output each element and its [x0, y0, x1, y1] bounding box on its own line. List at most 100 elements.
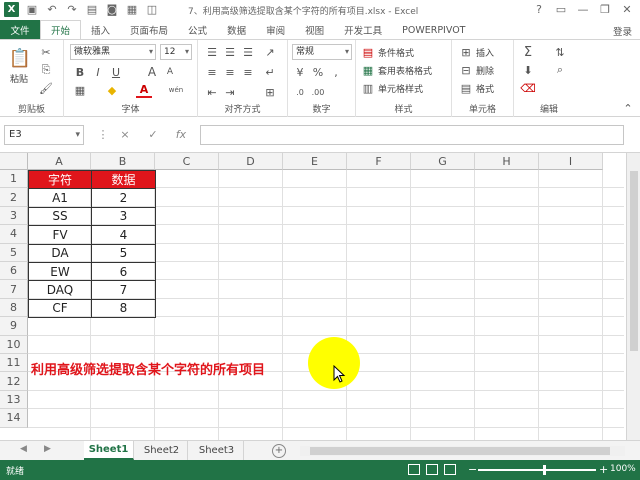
- collapse-ribbon-icon[interactable]: ⌃: [620, 100, 636, 116]
- column-header-f[interactable]: F: [347, 153, 411, 170]
- undo-icon[interactable]: ↶: [45, 3, 59, 17]
- ribbon-display-icon[interactable]: ▭: [552, 1, 570, 17]
- format-painter-icon[interactable]: 🖌: [38, 80, 54, 96]
- tab-home[interactable]: 开始: [40, 20, 82, 40]
- column-header-c[interactable]: C: [155, 153, 219, 170]
- bold-button[interactable]: B: [72, 64, 88, 80]
- currency-icon[interactable]: ¥: [292, 64, 308, 80]
- cut-icon[interactable]: ✂: [38, 44, 54, 60]
- tab-insert[interactable]: 插入: [81, 20, 120, 40]
- row-header-4[interactable]: 4: [0, 225, 28, 244]
- table-header-cell[interactable]: 数据: [91, 170, 156, 190]
- italic-button[interactable]: I: [90, 64, 106, 80]
- insert-cells-button[interactable]: 插入: [476, 46, 494, 59]
- table-cell[interactable]: CF: [28, 298, 92, 319]
- column-header-h[interactable]: H: [475, 153, 539, 170]
- increase-indent-icon[interactable]: ⇥: [222, 84, 238, 100]
- conditional-format-button[interactable]: 条件格式: [378, 46, 414, 59]
- row-header-5[interactable]: 5: [0, 243, 28, 262]
- row-header-8[interactable]: 8: [0, 298, 28, 318]
- cell-styles-button[interactable]: 单元格样式: [378, 82, 423, 95]
- delete-cells-button[interactable]: 删除: [476, 64, 494, 77]
- row-header-6[interactable]: 6: [0, 262, 28, 281]
- table-header-cell[interactable]: 字符: [28, 170, 92, 190]
- autosum-icon[interactable]: Σ: [520, 44, 536, 60]
- table-cell[interactable]: FV: [28, 225, 92, 245]
- percent-icon[interactable]: %: [310, 64, 326, 80]
- align-center-icon[interactable]: ≡: [222, 64, 238, 80]
- font-color-button[interactable]: A: [136, 82, 152, 98]
- vertical-scrollbar[interactable]: [626, 153, 640, 440]
- row-header-2[interactable]: 2: [0, 188, 28, 207]
- align-right-icon[interactable]: ≡: [240, 64, 256, 80]
- wrap-text-icon[interactable]: ↵: [262, 64, 278, 80]
- tab-view[interactable]: 视图: [295, 20, 334, 40]
- format-table-icon[interactable]: ▦: [360, 62, 376, 78]
- sheet-note[interactable]: 利用高级筛选提取含某个字符的所有项目: [31, 359, 265, 378]
- print-icon[interactable]: ▦: [125, 3, 139, 17]
- restore-icon[interactable]: ❐: [596, 1, 614, 17]
- zoom-level[interactable]: 100%: [610, 464, 636, 474]
- tab-formulas[interactable]: 公式: [178, 20, 217, 40]
- underline-button[interactable]: U: [108, 64, 124, 80]
- cell-styles-icon[interactable]: ▥: [360, 80, 376, 96]
- table-cell[interactable]: 2: [91, 188, 156, 208]
- select-all-corner[interactable]: [0, 153, 28, 170]
- zoom-slider-knob[interactable]: [543, 465, 546, 475]
- table-cell[interactable]: DAQ: [28, 280, 92, 300]
- tab-powerpivot[interactable]: POWERPIVOT: [392, 20, 475, 40]
- table-cell[interactable]: DA: [28, 243, 92, 263]
- row-header-9[interactable]: 9: [0, 317, 28, 336]
- grow-font-button[interactable]: A: [144, 64, 160, 80]
- row-header-13[interactable]: 13: [0, 390, 28, 410]
- page-break-view-icon[interactable]: [444, 464, 456, 475]
- enter-icon[interactable]: ✓: [146, 127, 160, 141]
- close-icon[interactable]: ✕: [618, 1, 636, 17]
- row-header-3[interactable]: 3: [0, 206, 28, 226]
- orientation-icon[interactable]: ↗: [262, 44, 278, 60]
- zoom-slider[interactable]: [478, 469, 596, 471]
- decrease-indent-icon[interactable]: ⇤: [204, 84, 220, 100]
- fill-icon[interactable]: ⬇: [520, 62, 536, 78]
- paste-button-label[interactable]: 粘贴: [10, 72, 28, 85]
- save-icon[interactable]: ▣: [25, 3, 39, 17]
- number-format-select[interactable]: 常规: [292, 44, 352, 60]
- table-cell[interactable]: 5: [91, 243, 156, 263]
- row-header-1[interactable]: 1: [0, 170, 28, 189]
- preview-icon[interactable]: ◫: [145, 3, 159, 17]
- format-cells-button[interactable]: 格式: [476, 82, 494, 95]
- row-header-7[interactable]: 7: [0, 280, 28, 299]
- horizontal-scrollbar[interactable]: [300, 446, 625, 456]
- fill-color-icon[interactable]: ◆: [104, 82, 120, 98]
- horizontal-scroll-thumb[interactable]: [310, 447, 610, 455]
- page-layout-view-icon[interactable]: [426, 464, 438, 475]
- tab-page-layout[interactable]: 页面布局: [120, 20, 178, 40]
- merge-center-icon[interactable]: ⊞: [262, 84, 278, 100]
- clear-icon[interactable]: ⌫: [520, 80, 536, 96]
- table-cell[interactable]: A1: [28, 188, 92, 208]
- delete-cells-icon[interactable]: ⊟: [458, 62, 474, 78]
- prev-sheet-icon[interactable]: ◀: [20, 444, 27, 454]
- add-sheet-icon[interactable]: +: [272, 444, 286, 458]
- border-icon[interactable]: ▦: [72, 82, 88, 98]
- find-select-icon[interactable]: ⌕: [552, 62, 568, 78]
- row-header-14[interactable]: 14: [0, 409, 28, 428]
- cancel-icon[interactable]: ×: [118, 127, 132, 141]
- insert-cells-icon[interactable]: ⊞: [458, 44, 474, 60]
- table-cell[interactable]: 4: [91, 225, 156, 245]
- minimize-icon[interactable]: —: [574, 1, 592, 17]
- conditional-format-icon[interactable]: ▤: [360, 44, 376, 60]
- shrink-font-button[interactable]: A: [162, 64, 178, 80]
- column-header-a[interactable]: A: [28, 153, 91, 170]
- sheet-tab-1[interactable]: Sheet1: [84, 441, 134, 460]
- open-icon[interactable]: ▤: [85, 3, 99, 17]
- table-cell[interactable]: 8: [91, 298, 156, 319]
- column-header-e[interactable]: E: [283, 153, 347, 170]
- column-header-i[interactable]: I: [539, 153, 603, 170]
- zoom-out-button[interactable]: −: [468, 463, 477, 476]
- row-header-12[interactable]: 12: [0, 372, 28, 391]
- tab-review[interactable]: 审阅: [256, 20, 295, 40]
- font-size-select[interactable]: 12: [160, 44, 192, 60]
- column-header-b[interactable]: B: [91, 153, 155, 170]
- format-cells-icon[interactable]: ▤: [458, 80, 474, 96]
